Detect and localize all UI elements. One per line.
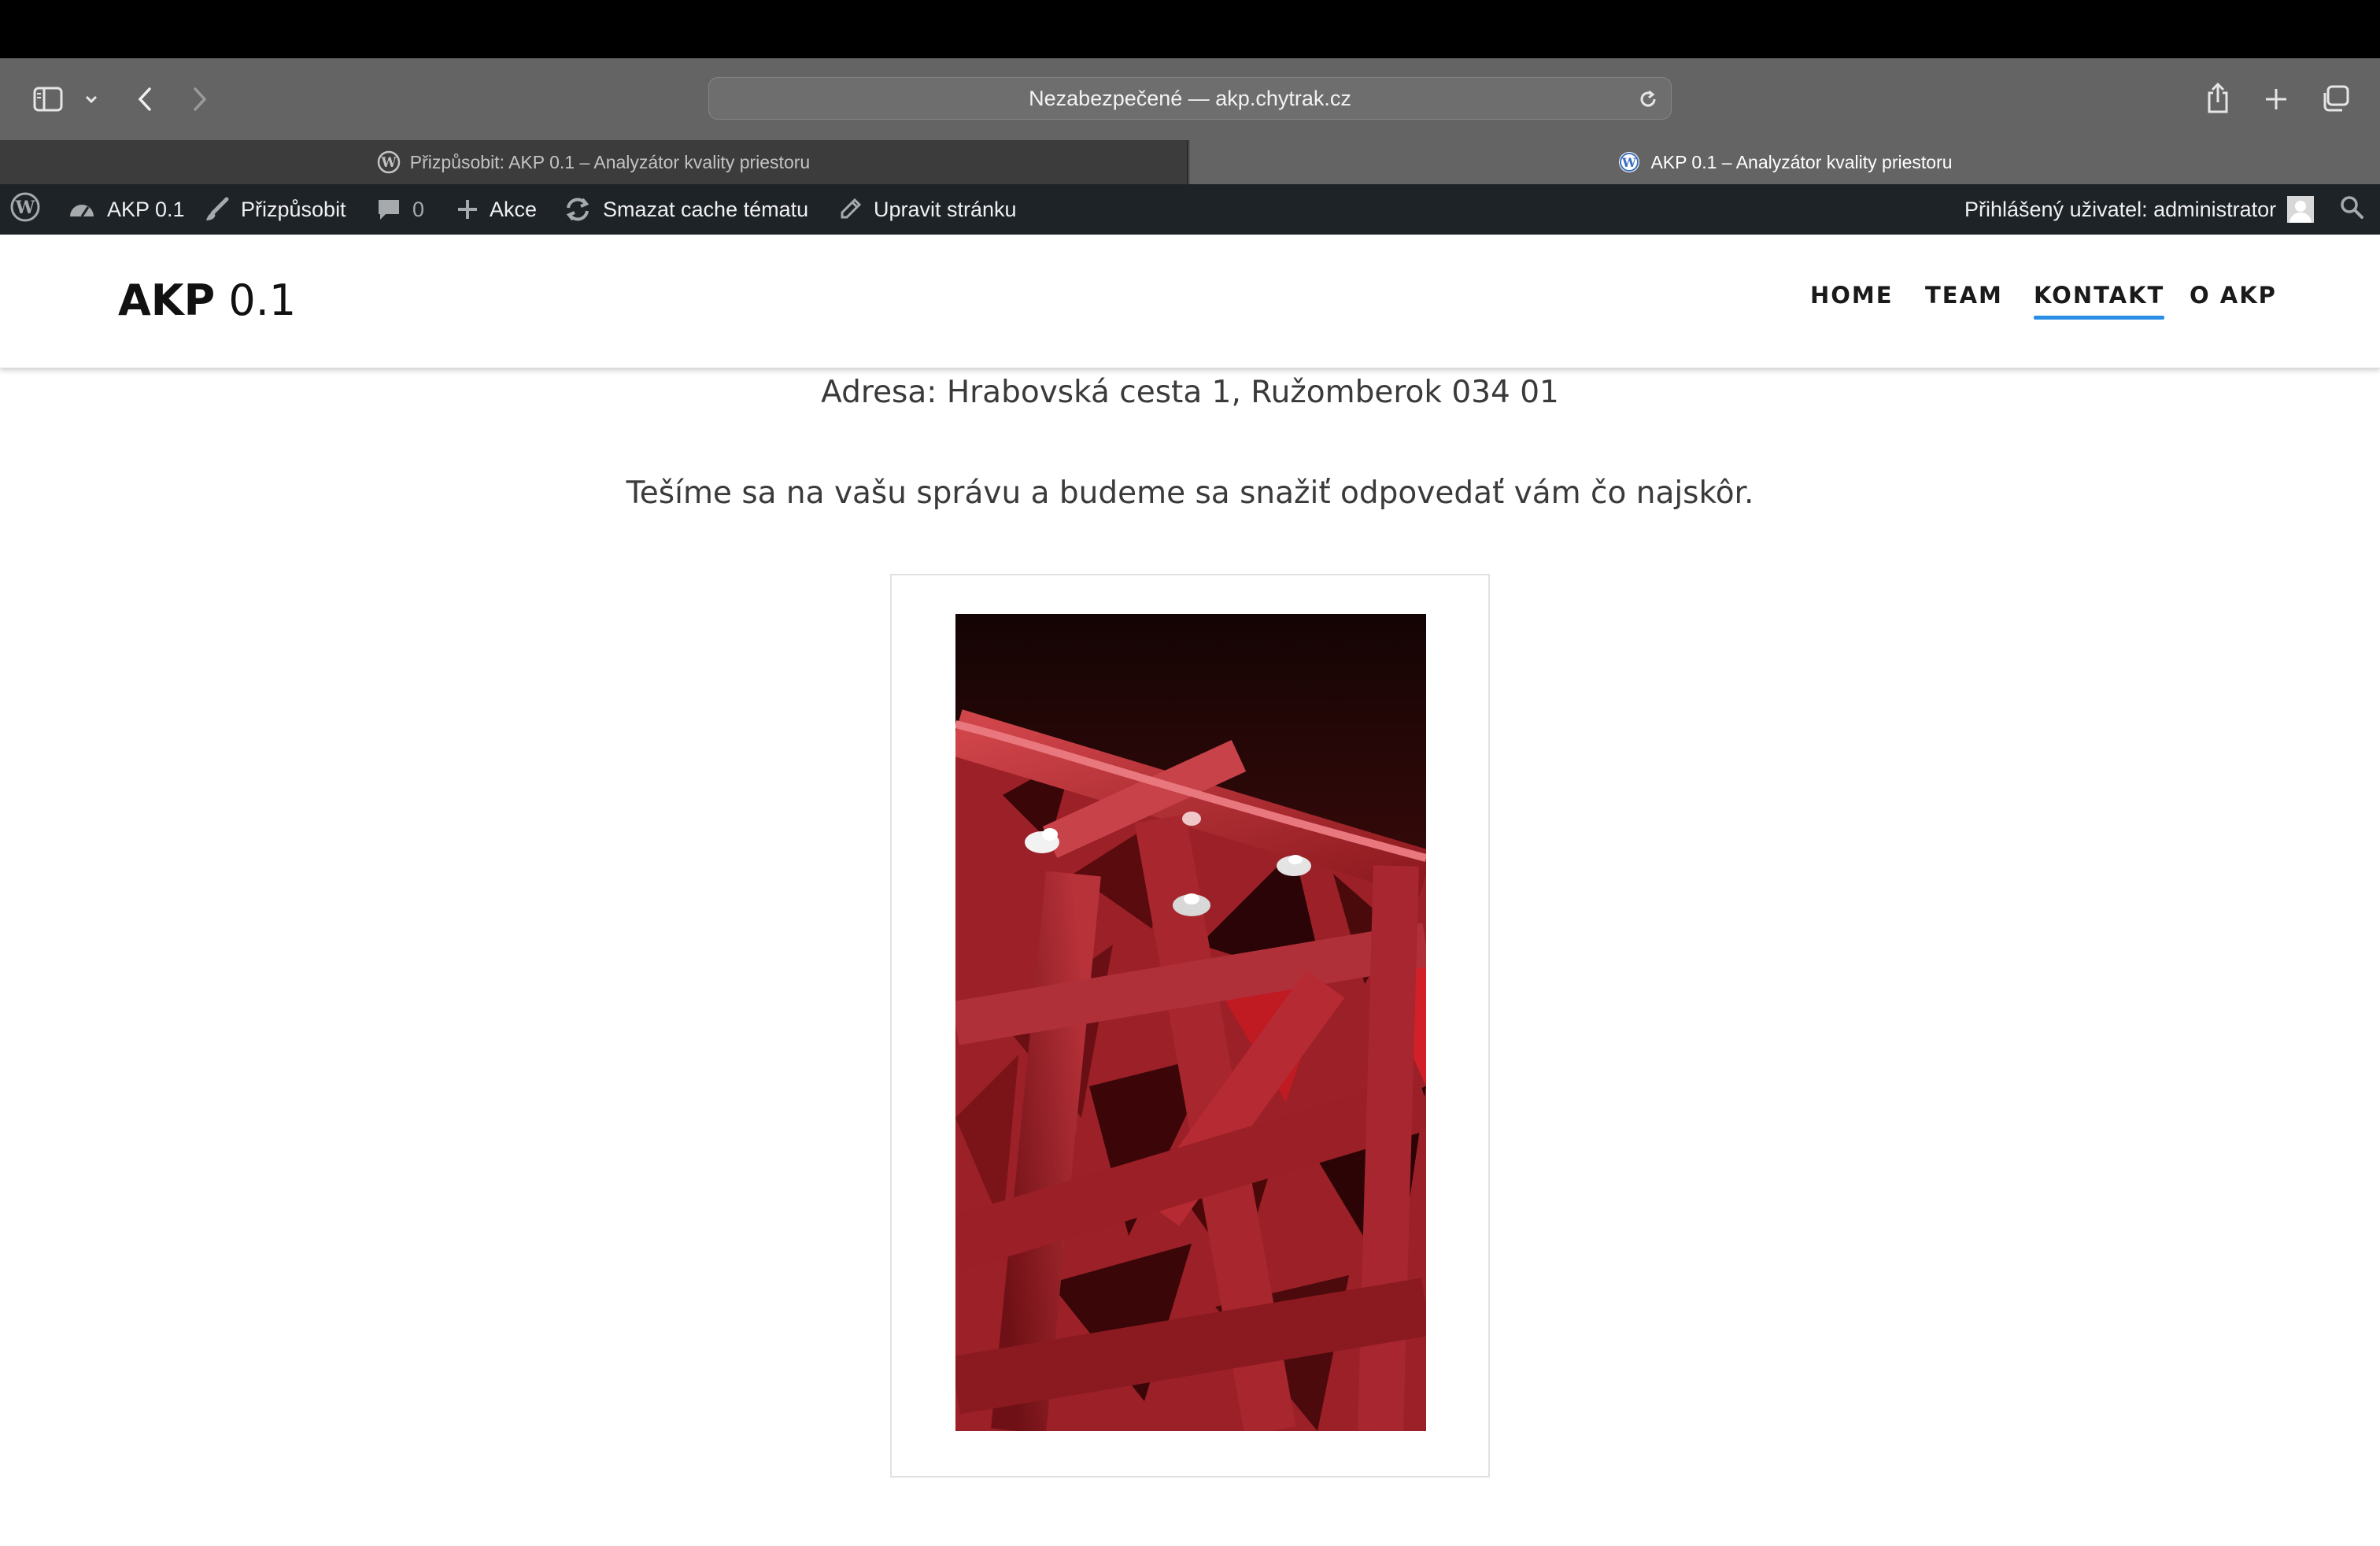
wordpress-icon: W bbox=[1617, 150, 1641, 174]
edit-page-label: Upravit stránku bbox=[874, 197, 1017, 221]
address-line: Adresa: Hrabovská cesta 1, Ružomberok 03… bbox=[821, 375, 1559, 410]
sidebar-icon[interactable] bbox=[31, 83, 65, 115]
plus-icon bbox=[456, 198, 479, 220]
site-title[interactable]: AKP 0.1 bbox=[118, 276, 296, 325]
nav-team[interactable]: TEAM bbox=[1925, 282, 2003, 309]
pencil-icon bbox=[837, 197, 863, 222]
forward-icon[interactable] bbox=[189, 83, 211, 115]
refresh-icon bbox=[564, 197, 592, 222]
customize-link[interactable]: Přizpůsobit bbox=[203, 184, 346, 235]
svg-text:W: W bbox=[1621, 155, 1637, 170]
site-header: AKP 0.1 HOME TEAM KONTAKT O AKP bbox=[0, 235, 2380, 368]
tab-overview-icon[interactable] bbox=[2319, 83, 2352, 115]
customize-label: Přizpůsobit bbox=[241, 197, 346, 221]
tab-label: AKP 0.1 – Analyzátor kvality priestoru bbox=[1650, 151, 1953, 172]
wordpress-icon: W bbox=[377, 150, 401, 174]
search-icon bbox=[2339, 194, 2364, 225]
tab-site[interactable]: W AKP 0.1 – Analyzátor kvality priestoru bbox=[1190, 140, 2380, 184]
new-content-label: Akce bbox=[490, 197, 538, 221]
new-content-menu[interactable]: Akce bbox=[456, 184, 537, 235]
image-frame bbox=[890, 574, 1490, 1478]
sensor-photo bbox=[955, 614, 1426, 1431]
back-icon[interactable] bbox=[134, 83, 156, 115]
admin-search[interactable] bbox=[2339, 184, 2364, 235]
site-title-bold: AKP bbox=[118, 276, 216, 325]
clear-cache-label: Smazat cache tématu bbox=[603, 197, 809, 221]
browser-toolbar: Nezabezpečené — akp.chytrak.cz bbox=[0, 58, 2380, 140]
message-line: Tešíme sa na vašu správu a budeme sa sna… bbox=[626, 475, 1754, 511]
account-label: Přihlášený uživatel: administrator bbox=[1964, 197, 2277, 221]
menu-bar bbox=[0, 0, 2380, 58]
tab-label: Přizpůsobit: AKP 0.1 – Analyzátor kvalit… bbox=[409, 151, 811, 172]
comment-icon bbox=[376, 197, 401, 222]
brush-icon bbox=[203, 196, 230, 223]
new-tab-icon[interactable] bbox=[2260, 83, 2292, 115]
share-icon[interactable] bbox=[2202, 80, 2234, 117]
wordpress-icon: W bbox=[9, 191, 41, 228]
edit-page-link[interactable]: Upravit stránku bbox=[837, 184, 1017, 235]
nav-o-akp[interactable]: O AKP bbox=[2190, 282, 2277, 309]
comments-link[interactable]: 0 bbox=[376, 184, 424, 235]
reload-icon[interactable] bbox=[1635, 86, 1661, 113]
tab-customize[interactable]: W Přizpůsobit: AKP 0.1 – Analyzátor kval… bbox=[0, 140, 1188, 184]
site-name-menu[interactable]: AKP 0.1 bbox=[68, 184, 185, 235]
tab-strip: W Přizpůsobit: AKP 0.1 – Analyzátor kval… bbox=[0, 140, 2380, 184]
nav-kontakt[interactable]: KONTAKT bbox=[2034, 282, 2165, 320]
dashboard-icon bbox=[68, 198, 96, 221]
address-text: Nezabezpečené — akp.chytrak.cz bbox=[1029, 86, 1351, 110]
wordpress-menu[interactable]: W bbox=[9, 184, 41, 235]
svg-text:W: W bbox=[380, 155, 397, 171]
nav-home[interactable]: HOME bbox=[1810, 282, 1894, 309]
address-bar[interactable]: Nezabezpečené — akp.chytrak.cz bbox=[708, 77, 1672, 120]
wp-admin-bar: W AKP 0.1 Přizpůsobit 0 Akce Smazat cach… bbox=[0, 184, 2380, 235]
site-name-label: AKP 0.1 bbox=[107, 197, 185, 221]
clear-cache-link[interactable]: Smazat cache tématu bbox=[564, 184, 808, 235]
site-title-version: 0.1 bbox=[228, 276, 297, 325]
avatar bbox=[2287, 196, 2315, 223]
account-menu[interactable]: Přihlášený uživatel: administrator bbox=[1964, 184, 2315, 235]
comments-count: 0 bbox=[412, 197, 425, 221]
svg-text:W: W bbox=[15, 198, 35, 218]
chevron-down-icon[interactable] bbox=[82, 90, 101, 109]
